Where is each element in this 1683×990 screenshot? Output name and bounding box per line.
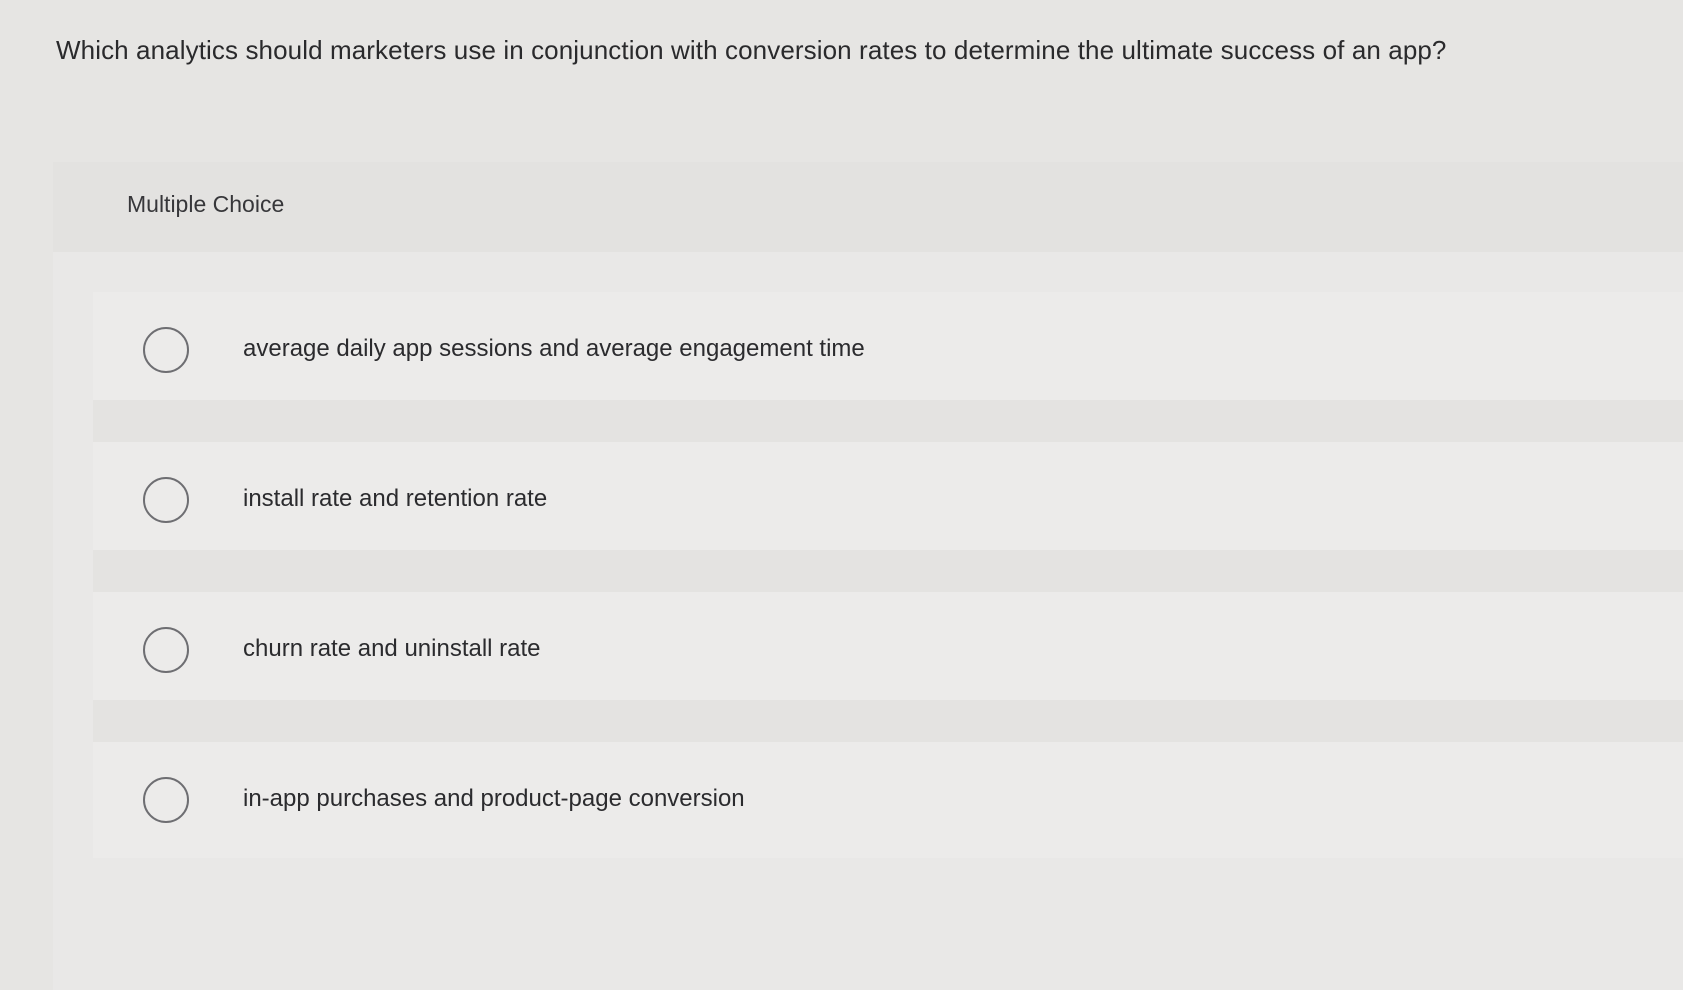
panel-header: Multiple Choice (53, 162, 1683, 252)
question-text: Which analytics should marketers use in … (56, 35, 1447, 65)
divider (93, 400, 1683, 442)
answer-option-2[interactable]: install rate and retention rate (93, 442, 1683, 558)
divider (93, 550, 1683, 592)
radio-button-empty-icon[interactable] (143, 777, 189, 823)
answer-option-label: churn rate and uninstall rate (243, 635, 541, 662)
divider (93, 700, 1683, 742)
answer-option-label: install rate and retention rate (243, 485, 548, 512)
answer-option-label: in-app purchases and product-page conver… (243, 785, 745, 812)
multiple-choice-panel: Multiple Choice average daily app sessio… (53, 162, 1683, 990)
radio-button-empty-icon[interactable] (143, 627, 189, 673)
answer-option-label: average daily app sessions and average e… (243, 335, 865, 362)
answer-option-3[interactable]: churn rate and uninstall rate (93, 592, 1683, 708)
radio-button-empty-icon[interactable] (143, 477, 189, 523)
radio-button-empty-icon[interactable] (143, 327, 189, 373)
question-type-label: Multiple Choice (127, 191, 285, 217)
answer-option-1[interactable]: average daily app sessions and average e… (93, 292, 1683, 408)
answer-option-4[interactable]: in-app purchases and product-page conver… (93, 742, 1683, 858)
